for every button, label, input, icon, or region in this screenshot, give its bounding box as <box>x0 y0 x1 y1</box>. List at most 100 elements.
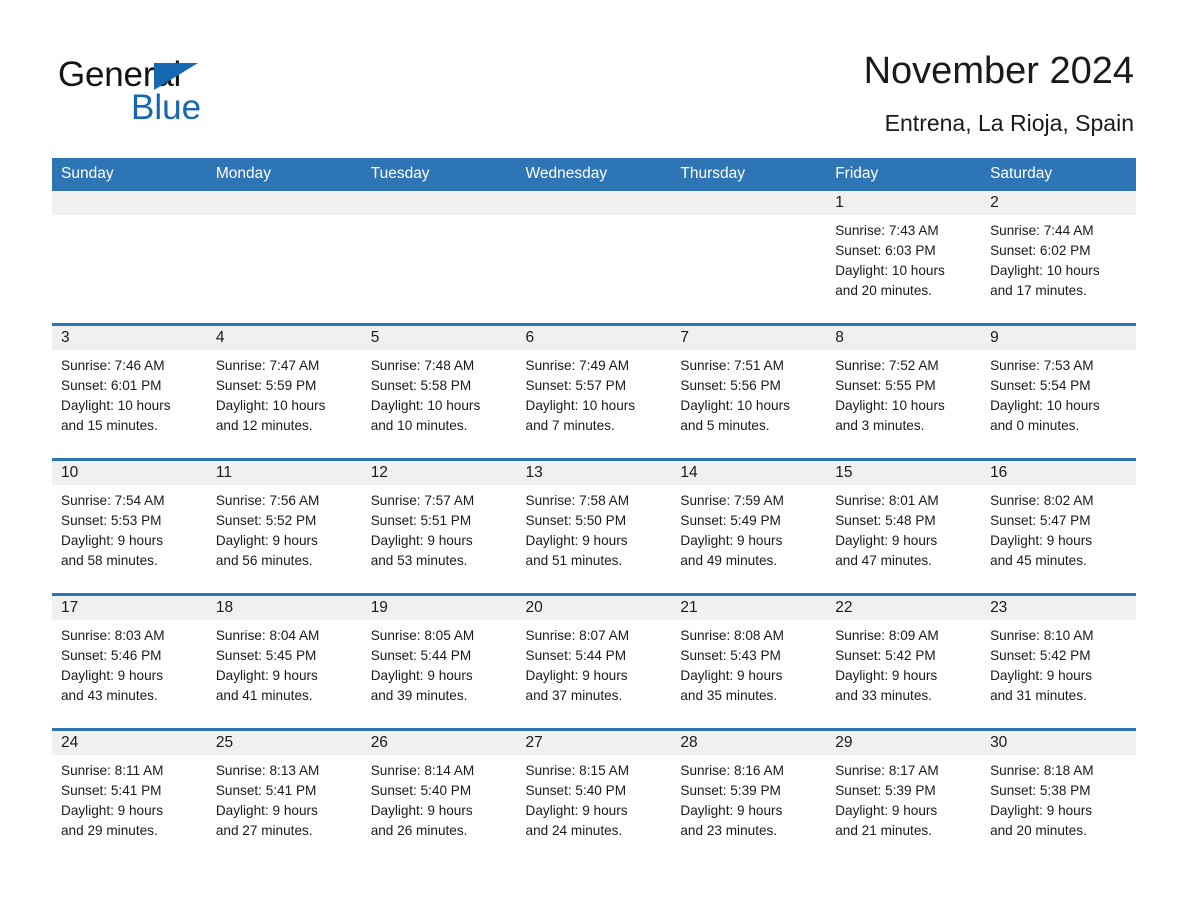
daylight-text-line2: and 47 minutes. <box>835 553 932 568</box>
day-details: Sunrise: 8:11 AM Sunset: 5:41 PM Daylight:… <box>52 755 207 841</box>
day-number: 28 <box>671 731 827 755</box>
day-cell[interactable]: 6 Sunrise: 7:49 AM Sunset: 5:57 PM Daylight… <box>516 326 672 458</box>
sunset-text: Sunset: 5:44 PM <box>525 648 627 663</box>
day-cell-empty <box>671 191 827 323</box>
daylight-text-line1: Daylight: 9 hours <box>680 668 783 683</box>
day-cell[interactable]: 24 Sunrise: 8:11 AM Sunset: 5:41 PM Dayligh… <box>52 731 207 863</box>
day-number <box>361 191 517 215</box>
sunrise-text: Sunrise: 7:59 AM <box>680 493 784 508</box>
day-cell[interactable]: 10 Sunrise: 7:54 AM Sunset: 5:53 PM Dayligh… <box>52 461 207 593</box>
day-details: Sunrise: 8:07 AM Sunset: 5:44 PM Daylight:… <box>517 620 672 706</box>
calendar-cell: 4 Sunrise: 7:47 AM Sunset: 5:59 PM Daylight… <box>206 323 362 460</box>
day-cell[interactable]: 25 Sunrise: 8:13 AM Sunset: 5:41 PM Dayligh… <box>206 731 362 863</box>
daylight-text-line2: and 20 minutes. <box>990 823 1087 838</box>
day-number <box>516 191 672 215</box>
day-number: 9 <box>981 326 1136 350</box>
day-cell[interactable]: 21 Sunrise: 8:08 AM Sunset: 5:43 PM Dayligh… <box>671 596 827 728</box>
daylight-text-line2: and 33 minutes. <box>835 688 932 703</box>
sunrise-text: Sunrise: 7:47 AM <box>215 358 320 373</box>
day-number: 26 <box>361 731 517 755</box>
day-cell[interactable]: 11 Sunrise: 7:56 AM Sunset: 5:52 PM Dayligh… <box>206 461 362 593</box>
sunrise-text: Sunrise: 7:54 AM <box>61 493 165 508</box>
day-cell[interactable]: 15 Sunrise: 8:01 AM Sunset: 5:48 PM Dayligh… <box>826 461 982 593</box>
day-cell[interactable]: 5 Sunrise: 7:48 AM Sunset: 5:58 PM Daylight… <box>361 326 517 458</box>
daylight-text-line1: Daylight: 9 hours <box>525 533 628 548</box>
day-cell[interactable]: 3 Sunrise: 7:46 AM Sunset: 6:01 PM Daylight… <box>52 326 207 458</box>
day-number: 23 <box>981 596 1136 620</box>
calendar-cell: 20 Sunrise: 8:07 AM Sunset: 5:44 PM Dayligh… <box>516 593 672 730</box>
day-cell[interactable]: 19 Sunrise: 8:05 AM Sunset: 5:44 PM Dayligh… <box>361 596 517 728</box>
sunset-text: Sunset: 5:46 PM <box>61 648 162 663</box>
sunset-text: Sunset: 5:59 PM <box>215 378 317 393</box>
day-number <box>52 191 207 215</box>
calendar-cell: 28 Sunrise: 8:16 AM Sunset: 5:39 PM Dayligh… <box>671 728 827 863</box>
daylight-text-line1: Daylight: 10 hours <box>525 398 636 413</box>
daylight-text-line2: and 3 minutes. <box>835 418 925 433</box>
day-cell[interactable]: 1 Sunrise: 7:43 AM Sunset: 6:03 PM Daylight… <box>826 191 982 323</box>
calendar-header-row: Sunday Monday Tuesday Wednesday Thursday… <box>52 158 1136 191</box>
daylight-text-line1: Daylight: 9 hours <box>835 803 938 818</box>
day-cell[interactable]: 4 Sunrise: 7:47 AM Sunset: 5:59 PM Daylight… <box>206 326 362 458</box>
day-cell[interactable]: 28 Sunrise: 8:16 AM Sunset: 5:39 PM Dayligh… <box>671 731 827 863</box>
day-cell[interactable]: 20 Sunrise: 8:07 AM Sunset: 5:44 PM Dayligh… <box>516 596 672 728</box>
day-number: 2 <box>981 191 1136 215</box>
sunrise-text: Sunrise: 8:15 AM <box>525 763 630 778</box>
general-blue-logo[interactable]: General Blue <box>58 55 418 135</box>
sunset-text: Sunset: 6:01 PM <box>61 378 162 393</box>
calendar-cell: 23 Sunrise: 8:10 AM Sunset: 5:42 PM Dayligh… <box>981 593 1136 730</box>
daylight-text-line1: Daylight: 9 hours <box>525 803 628 818</box>
day-details: Sunrise: 7:56 AM Sunset: 5:52 PM Daylight:… <box>207 485 362 571</box>
day-cell[interactable]: 29 Sunrise: 8:17 AM Sunset: 5:39 PM Dayligh… <box>826 731 982 863</box>
daylight-text-line2: and 20 minutes. <box>835 283 932 298</box>
day-number: 14 <box>671 461 827 485</box>
calendar-cell: 14 Sunrise: 7:59 AM Sunset: 5:49 PM Dayligh… <box>671 458 827 595</box>
calendar-week-row: 24 Sunrise: 8:11 AM Sunset: 5:41 PM Dayligh… <box>52 728 1136 863</box>
day-cell[interactable]: 7 Sunrise: 7:51 AM Sunset: 5:56 PM Daylight… <box>671 326 827 458</box>
day-cell[interactable]: 14 Sunrise: 7:59 AM Sunset: 5:49 PM Dayligh… <box>671 461 827 593</box>
sunset-text: Sunset: 5:56 PM <box>680 378 781 393</box>
calendar-cell: 3 Sunrise: 7:46 AM Sunset: 6:01 PM Daylight… <box>52 323 207 460</box>
day-cell[interactable]: 17 Sunrise: 8:03 AM Sunset: 5:46 PM Dayligh… <box>52 596 207 728</box>
sunset-text: Sunset: 5:52 PM <box>215 513 317 528</box>
day-cell[interactable]: 2 Sunrise: 7:44 AM Sunset: 6:02 PM Daylight… <box>981 191 1136 323</box>
sunset-text: Sunset: 5:38 PM <box>990 783 1091 798</box>
day-cell[interactable]: 27 Sunrise: 8:15 AM Sunset: 5:40 PM Dayligh… <box>516 731 672 863</box>
day-cell[interactable]: 9 Sunrise: 7:53 AM Sunset: 5:54 PM Daylight… <box>981 326 1136 458</box>
sunrise-text: Sunrise: 8:01 AM <box>835 493 939 508</box>
calendar-week-row: 1 Sunrise: 7:43 AM Sunset: 6:03 PM Daylight… <box>52 191 1136 325</box>
daylight-text-line1: Daylight: 9 hours <box>525 668 628 683</box>
day-details: Sunrise: 8:09 AM Sunset: 5:42 PM Daylight:… <box>826 620 981 706</box>
weekday-header-friday: Friday <box>826 158 982 191</box>
day-details: Sunrise: 7:51 AM Sunset: 5:56 PM Daylight:… <box>671 350 826 436</box>
day-details: Sunrise: 7:58 AM Sunset: 5:50 PM Daylight:… <box>517 485 672 571</box>
day-details: Sunrise: 7:59 AM Sunset: 5:49 PM Daylight:… <box>671 485 826 571</box>
daylight-text-line1: Daylight: 9 hours <box>990 803 1093 818</box>
day-cell[interactable]: 16 Sunrise: 8:02 AM Sunset: 5:47 PM Dayligh… <box>981 461 1136 593</box>
day-number: 24 <box>52 731 207 755</box>
daylight-text-line2: and 0 minutes. <box>990 418 1080 433</box>
sunrise-text: Sunrise: 8:03 AM <box>61 628 165 643</box>
day-details: Sunrise: 7:48 AM Sunset: 5:58 PM Daylight:… <box>362 350 517 436</box>
day-cell[interactable]: 22 Sunrise: 8:09 AM Sunset: 5:42 PM Dayligh… <box>826 596 982 728</box>
sunrise-text: Sunrise: 7:48 AM <box>370 358 475 373</box>
daylight-text-line2: and 49 minutes. <box>680 553 778 568</box>
daylight-text-line2: and 29 minutes. <box>61 823 158 838</box>
day-cell[interactable]: 12 Sunrise: 7:57 AM Sunset: 5:51 PM Dayligh… <box>361 461 517 593</box>
day-cell[interactable]: 13 Sunrise: 7:58 AM Sunset: 5:50 PM Dayligh… <box>516 461 672 593</box>
day-details: Sunrise: 7:54 AM Sunset: 5:53 PM Daylight:… <box>52 485 207 571</box>
day-number: 22 <box>826 596 982 620</box>
weekday-header-monday: Monday <box>206 158 362 191</box>
day-cell[interactable]: 30 Sunrise: 8:18 AM Sunset: 5:38 PM Dayligh… <box>981 731 1136 863</box>
daylight-text-line1: Daylight: 9 hours <box>370 668 473 683</box>
day-number <box>206 191 362 215</box>
daylight-text-line2: and 58 minutes. <box>61 553 158 568</box>
day-cell[interactable]: 23 Sunrise: 8:10 AM Sunset: 5:42 PM Dayligh… <box>981 596 1136 728</box>
day-cell[interactable]: 18 Sunrise: 8:04 AM Sunset: 5:45 PM Dayligh… <box>206 596 362 728</box>
day-cell[interactable]: 8 Sunrise: 7:52 AM Sunset: 5:55 PM Daylight… <box>826 326 982 458</box>
day-details: Sunrise: 7:46 AM Sunset: 6:01 PM Daylight:… <box>52 350 207 436</box>
daylight-text-line2: and 7 minutes. <box>525 418 615 433</box>
daylight-text-line2: and 53 minutes. <box>370 553 468 568</box>
day-cell[interactable]: 26 Sunrise: 8:14 AM Sunset: 5:40 PM Dayligh… <box>361 731 517 863</box>
blue-triangle-icon <box>154 63 198 90</box>
day-number: 16 <box>981 461 1136 485</box>
